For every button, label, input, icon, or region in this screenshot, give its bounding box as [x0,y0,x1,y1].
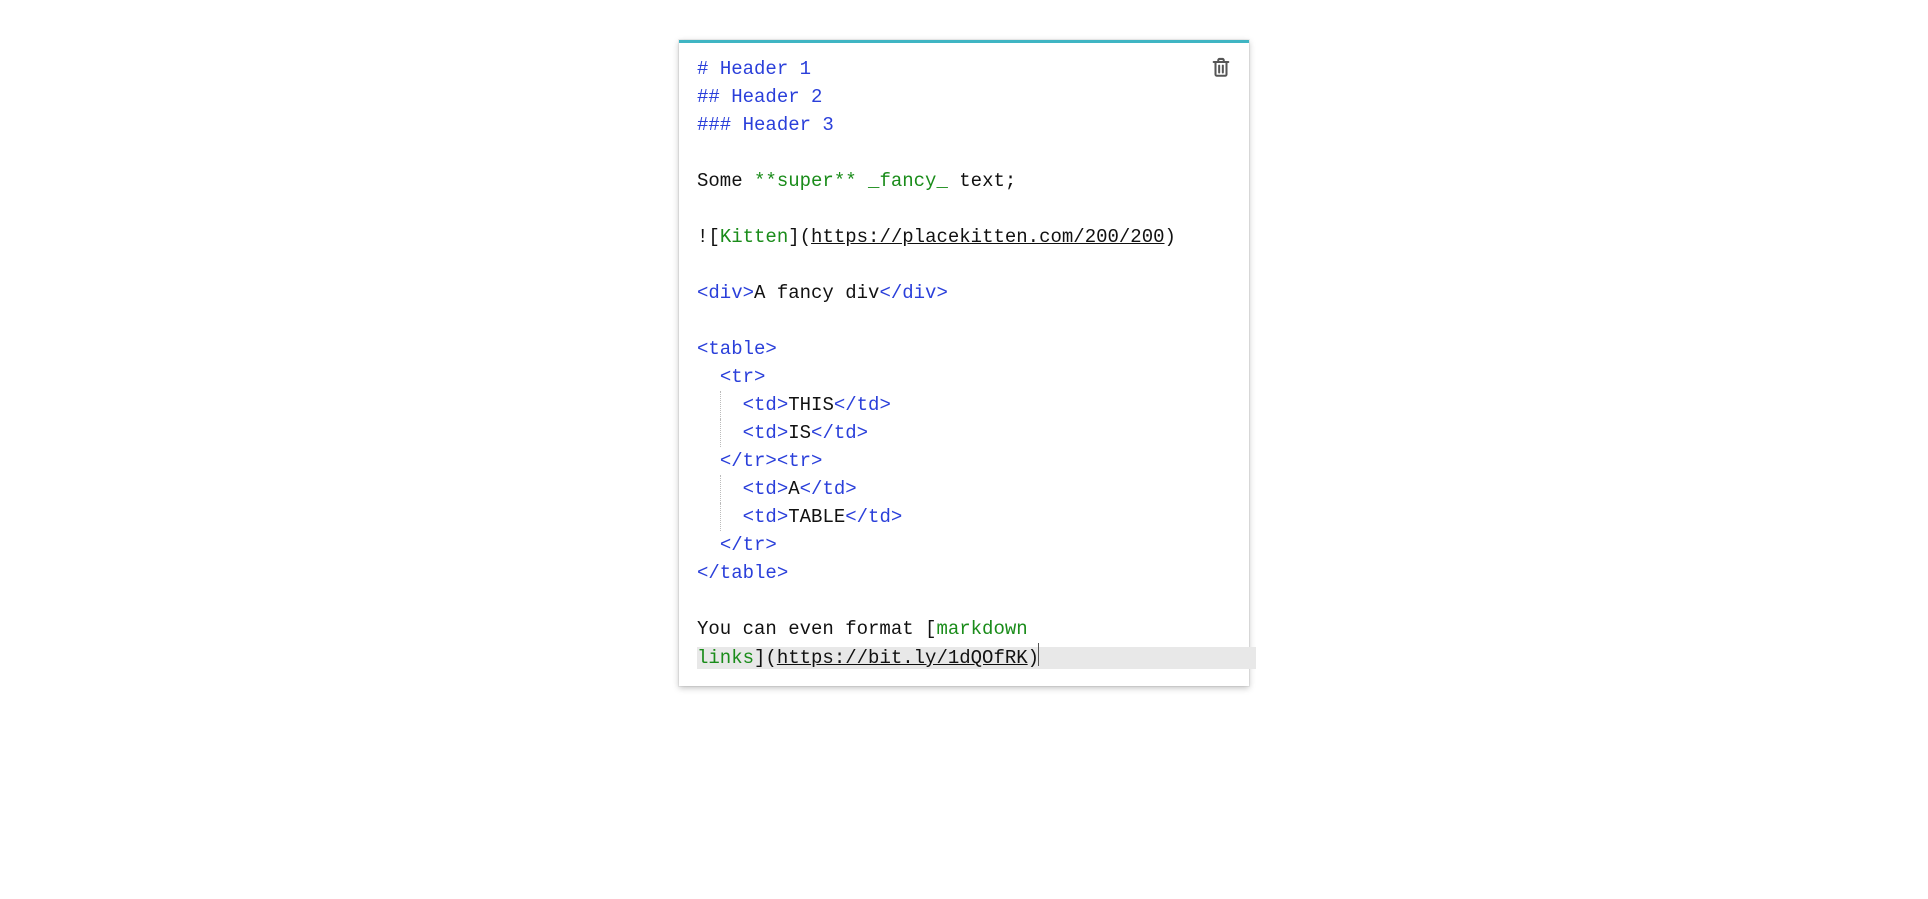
trash-icon [1210,55,1232,79]
html-tag: <td> [743,506,789,528]
indent-guide [720,475,721,503]
html-tag: </td> [811,422,868,444]
link-label: markdown [936,618,1027,640]
text-cursor [1038,643,1039,666]
html-tag: </tr><tr> [720,450,823,472]
html-tag: <td> [743,478,789,500]
italic-token: _fancy_ [868,170,948,192]
indent-guide [720,419,721,447]
image-bang: ! [697,226,708,248]
header3-line: ### Header 3 [697,114,834,136]
html-tag: <td> [743,394,789,416]
active-line: links](https://bit.ly/1dQOfRK) [697,647,1256,669]
header1-line: # Header 1 [697,58,811,80]
indent-guide [720,391,721,419]
editor-card: # Header 1 ## Header 2 ### Header 3 Some… [679,40,1249,686]
indent-guide [720,503,721,531]
image-url: https://placekitten.com/200/200 [811,226,1164,248]
paragraph-text: Some [697,170,754,192]
html-tag: </td> [800,478,857,500]
html-tag: </div> [879,282,947,304]
html-tag: </td> [845,506,902,528]
html-tag: <tr> [720,366,766,388]
delete-button[interactable] [1207,53,1235,81]
header2-line: ## Header 2 [697,86,822,108]
html-tag: </table> [697,562,788,584]
html-tag: <td> [743,422,789,444]
markdown-editor[interactable]: # Header 1 ## Header 2 ### Header 3 Some… [697,55,1231,672]
html-tag: </tr> [720,534,777,556]
html-tag: </td> [834,394,891,416]
image-alt-text: Kitten [720,226,788,248]
link-url: https://bit.ly/1dQOfRK [777,647,1028,669]
paragraph-text: You can even format [697,618,925,640]
html-tag: <div> [697,282,754,304]
link-label: links [697,647,754,669]
bold-token: **super** [754,170,857,192]
html-tag: <table> [697,338,777,360]
